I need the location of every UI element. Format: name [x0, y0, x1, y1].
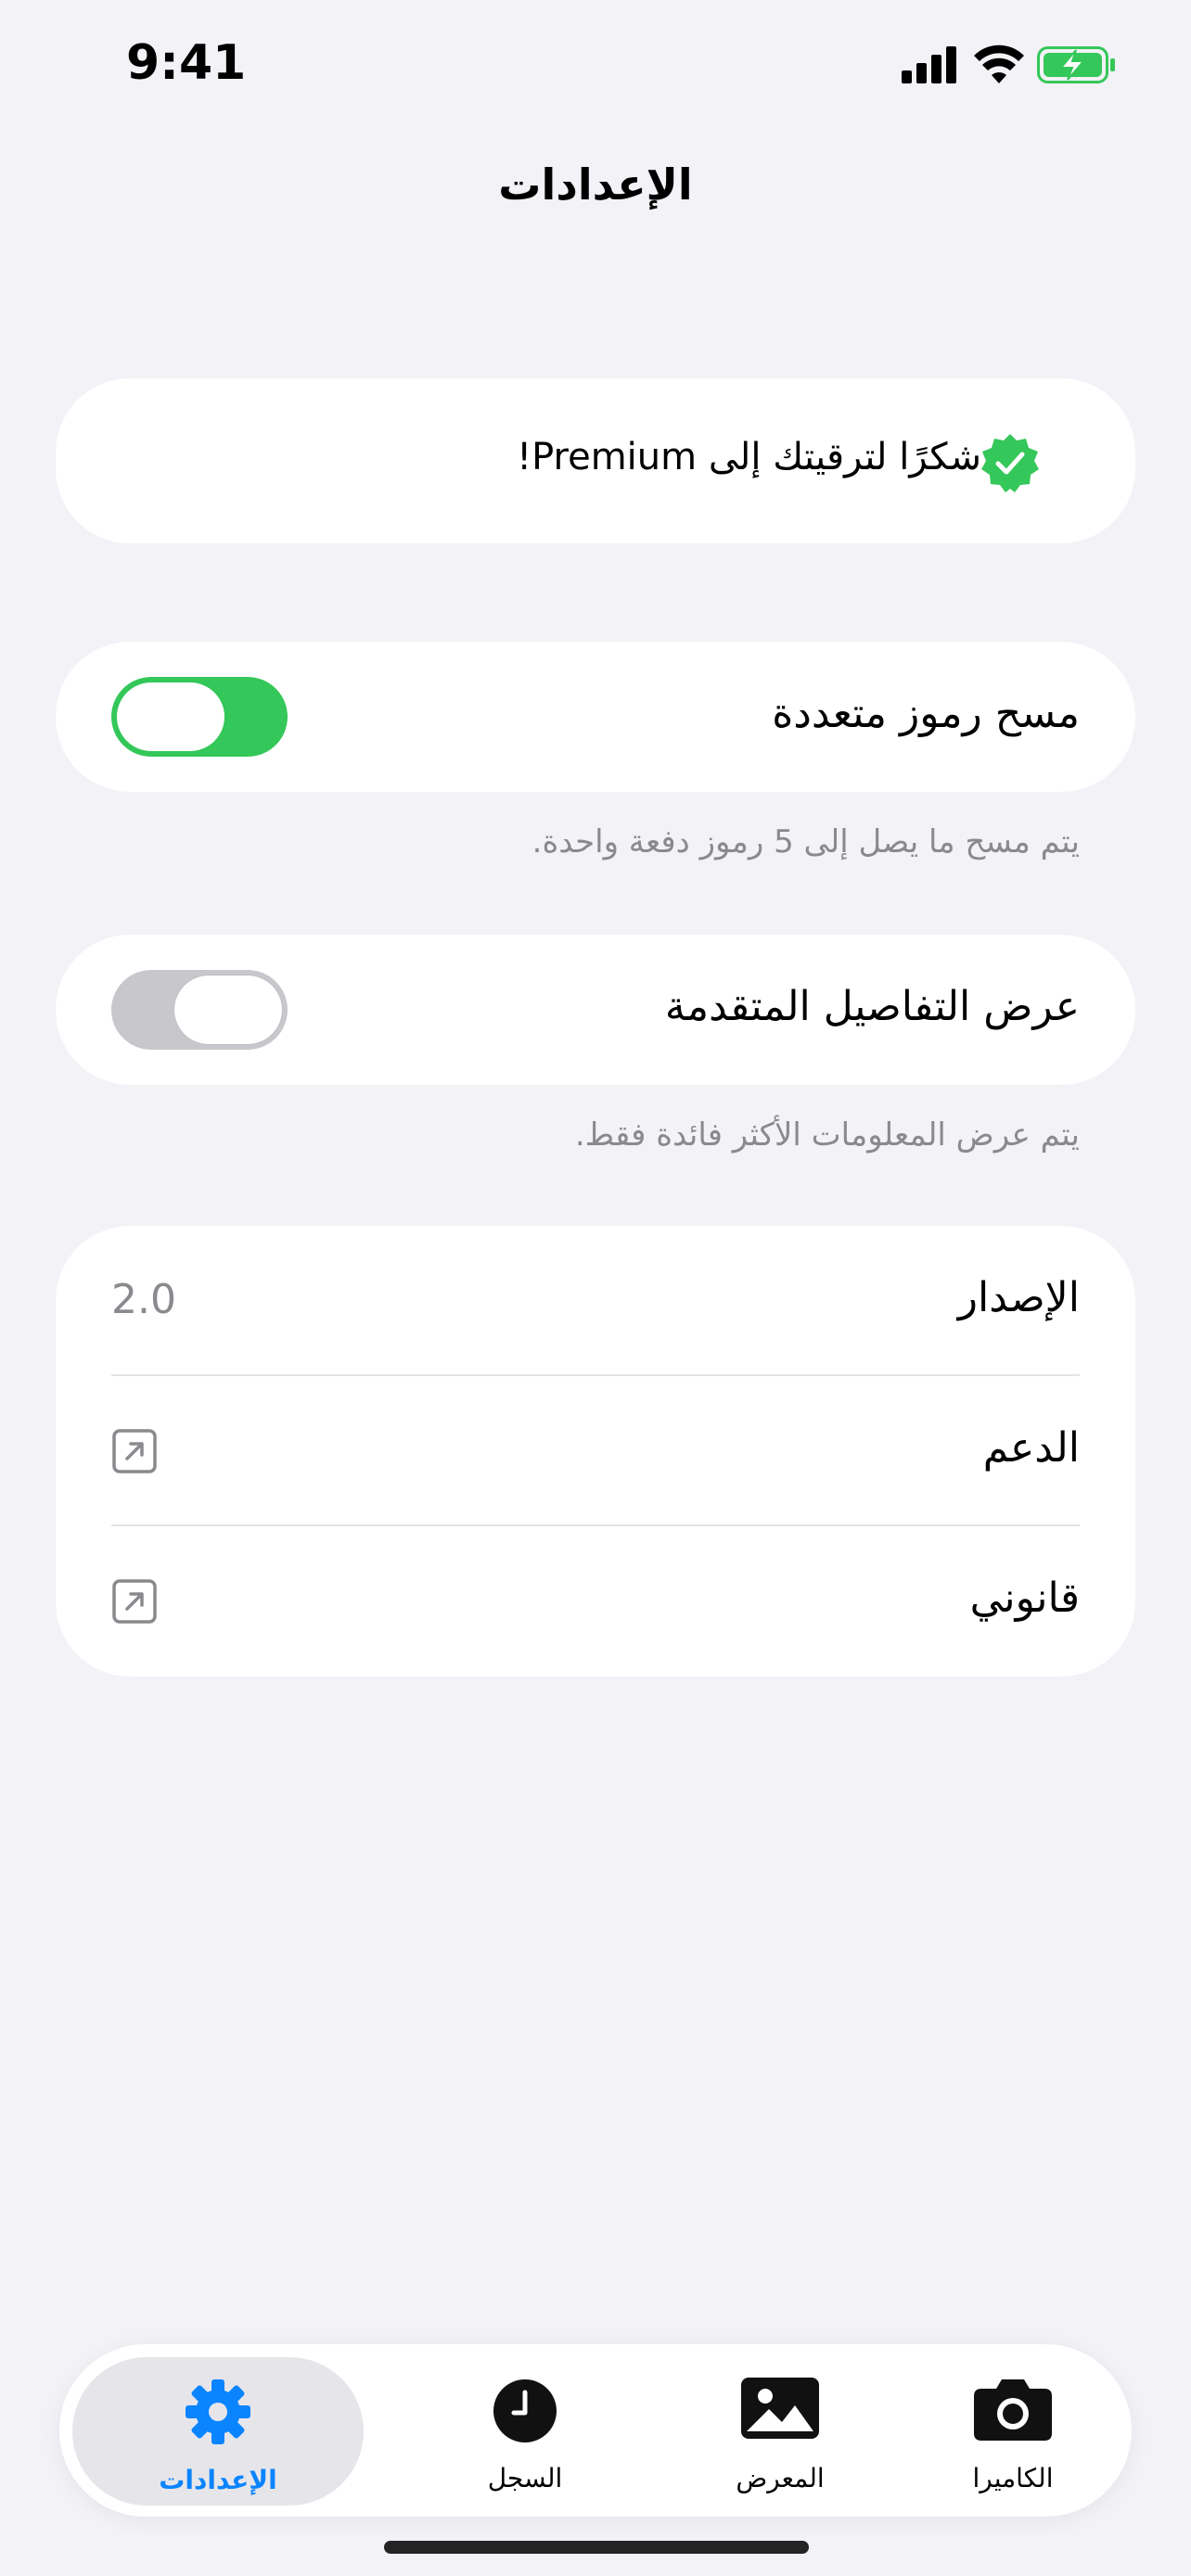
status-time: 9:41 [126, 35, 247, 91]
tab-gallery-label: المعرض [736, 2463, 825, 2493]
tab-history-label: السجل [487, 2463, 563, 2493]
advanced-details-footnote: يتم عرض المعلومات الأكثر فائدة فقط. [574, 1116, 1080, 1154]
camera-icon [974, 2379, 1052, 2441]
multi-scan-toggle[interactable] [111, 677, 288, 757]
tab-bar: الإعدادات السجل المعرض الكاميرا [59, 2344, 1132, 2517]
version-row: الإصدار 2.0 [111, 1226, 1080, 1376]
version-value: 2.0 [111, 1276, 176, 1323]
external-link-icon [112, 1579, 157, 1624]
tab-gallery[interactable]: المعرض [649, 2344, 911, 2517]
photo-icon [741, 2378, 819, 2439]
page-title: الإعدادات [498, 159, 693, 210]
premium-thanks-text: شكرًا لترقيتك إلى Premium! [517, 436, 981, 478]
advanced-details-toggle[interactable] [111, 970, 288, 1050]
cellular-signal-icon [902, 46, 956, 83]
home-indicator [384, 2541, 809, 2554]
toggle-knob [117, 682, 224, 751]
version-label: الإصدار [957, 1274, 1080, 1321]
gear-icon [186, 2379, 250, 2444]
tab-settings[interactable]: الإعدادات [72, 2357, 364, 2506]
battery-charging-icon [1037, 46, 1115, 83]
info-list: الإصدار 2.0 الدعم قانوني [56, 1226, 1135, 1677]
premium-banner: شكرًا لترقيتك إلى Premium! [56, 378, 1135, 543]
toggle-knob [174, 976, 282, 1044]
legal-row[interactable]: قانوني [111, 1526, 1080, 1677]
wifi-icon [974, 45, 1024, 83]
external-link-icon [112, 1429, 157, 1473]
support-row[interactable]: الدعم [111, 1376, 1080, 1526]
legal-label: قانوني [969, 1575, 1080, 1622]
multi-scan-row: مسح رموز متعددة [56, 642, 1135, 792]
clock-icon [493, 2379, 557, 2442]
advanced-details-label: عرض التفاصيل المتقدمة [664, 983, 1080, 1030]
tab-camera[interactable]: الكاميرا [905, 2344, 1121, 2517]
tab-history[interactable]: السجل [395, 2344, 655, 2517]
verified-check-icon [981, 434, 1039, 492]
tab-settings-label: الإعدادات [159, 2465, 277, 2495]
advanced-details-row: عرض التفاصيل المتقدمة [56, 935, 1135, 1085]
support-label: الدعم [982, 1424, 1080, 1472]
tab-camera-label: الكاميرا [972, 2463, 1054, 2493]
multi-scan-label: مسح رموز متعددة [772, 690, 1080, 737]
multi-scan-footnote: يتم مسح ما يصل إلى 5 رموز دفعة واحدة. [531, 823, 1080, 861]
